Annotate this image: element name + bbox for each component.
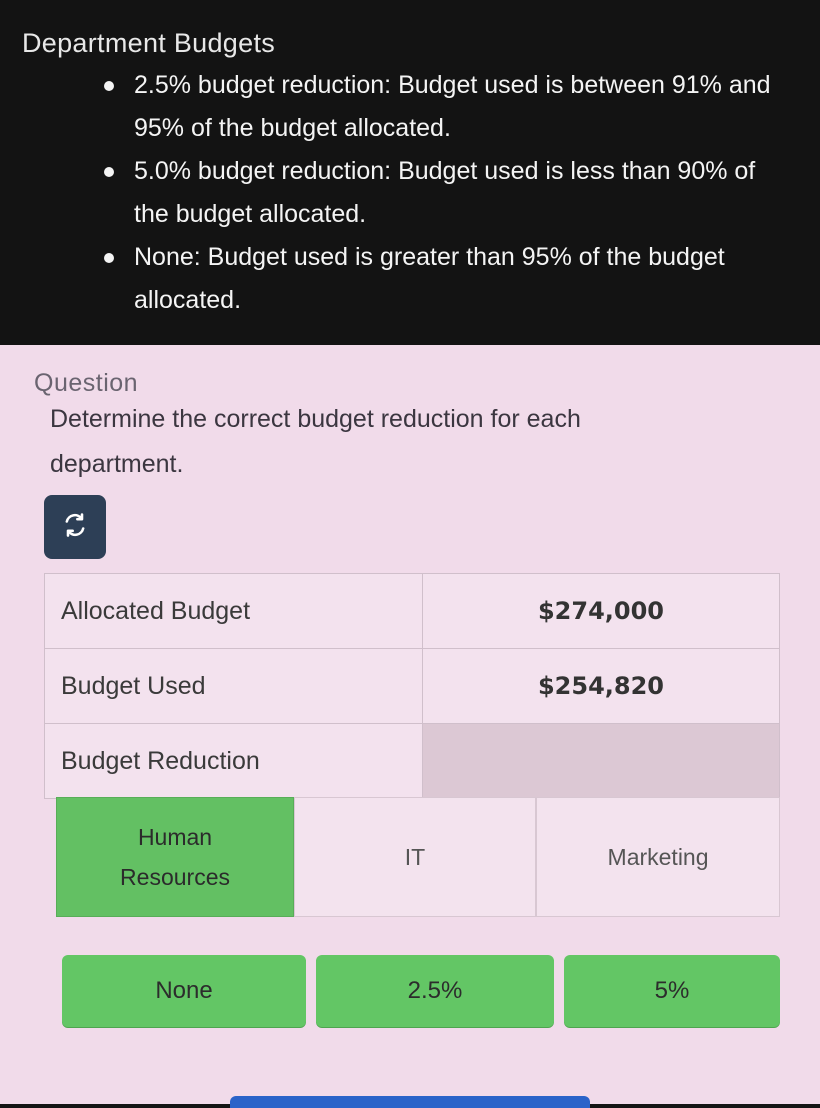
info-panel: Department Budgets 2.5% budget reduction… [0, 0, 820, 345]
row-label: Budget Used [44, 648, 423, 724]
refresh-icon [61, 511, 89, 544]
bullet-icon [104, 81, 114, 91]
answer-chip-5[interactable]: 5% [564, 955, 780, 1027]
bullet-icon [104, 253, 114, 263]
row-label: Budget Reduction [44, 723, 423, 799]
row-label: Allocated Budget [44, 573, 423, 649]
bullet-icon [104, 167, 114, 177]
row-value: $254,820 [422, 648, 780, 724]
department-tab-marketing[interactable]: Marketing [536, 797, 781, 917]
department-tab-human-resources[interactable]: Human Resources [56, 797, 295, 917]
department-label: IT [404, 844, 426, 870]
rule-item: 2.5% budget reduction: Budget used is be… [100, 64, 780, 150]
question-label: Question [34, 369, 139, 397]
answer-options: None 2.5% 5% [62, 955, 782, 1031]
table-row: Allocated Budget $274,000 [44, 573, 780, 649]
row-value: $274,000 [422, 573, 780, 649]
budget-table: Allocated Budget $274,000 Budget Used $2… [44, 573, 780, 799]
department-label: Human Resources [120, 824, 230, 890]
department-row: Human Resources IT Marketing [56, 797, 781, 917]
reset-button[interactable] [44, 495, 106, 559]
department-tab-it[interactable]: IT [294, 797, 537, 917]
question-text: Determine the correct budget reduction f… [50, 405, 581, 478]
rule-text: 5.0% budget reduction: Budget used is le… [134, 157, 756, 228]
rule-text: None: Budget used is greater than 95% of… [134, 243, 725, 314]
rule-item: None: Budget used is greater than 95% of… [100, 236, 780, 322]
rule-item: 5.0% budget reduction: Budget used is le… [100, 150, 780, 236]
table-row: Budget Reduction [44, 723, 780, 799]
rule-text: 2.5% budget reduction: Budget used is be… [134, 71, 771, 142]
department-label: Marketing [607, 844, 709, 870]
bottom-button-edge[interactable] [230, 1096, 590, 1108]
answer-chip-2-5[interactable]: 2.5% [316, 955, 554, 1027]
section-title: Department Budgets [22, 28, 276, 58]
table-row: Budget Used $254,820 [44, 648, 780, 724]
question-panel: Question Determine the correct budget re… [0, 345, 820, 1104]
rules-list: 2.5% budget reduction: Budget used is be… [100, 64, 780, 322]
reduction-drop-zone[interactable] [422, 723, 780, 799]
answer-chip-none[interactable]: None [62, 955, 306, 1027]
